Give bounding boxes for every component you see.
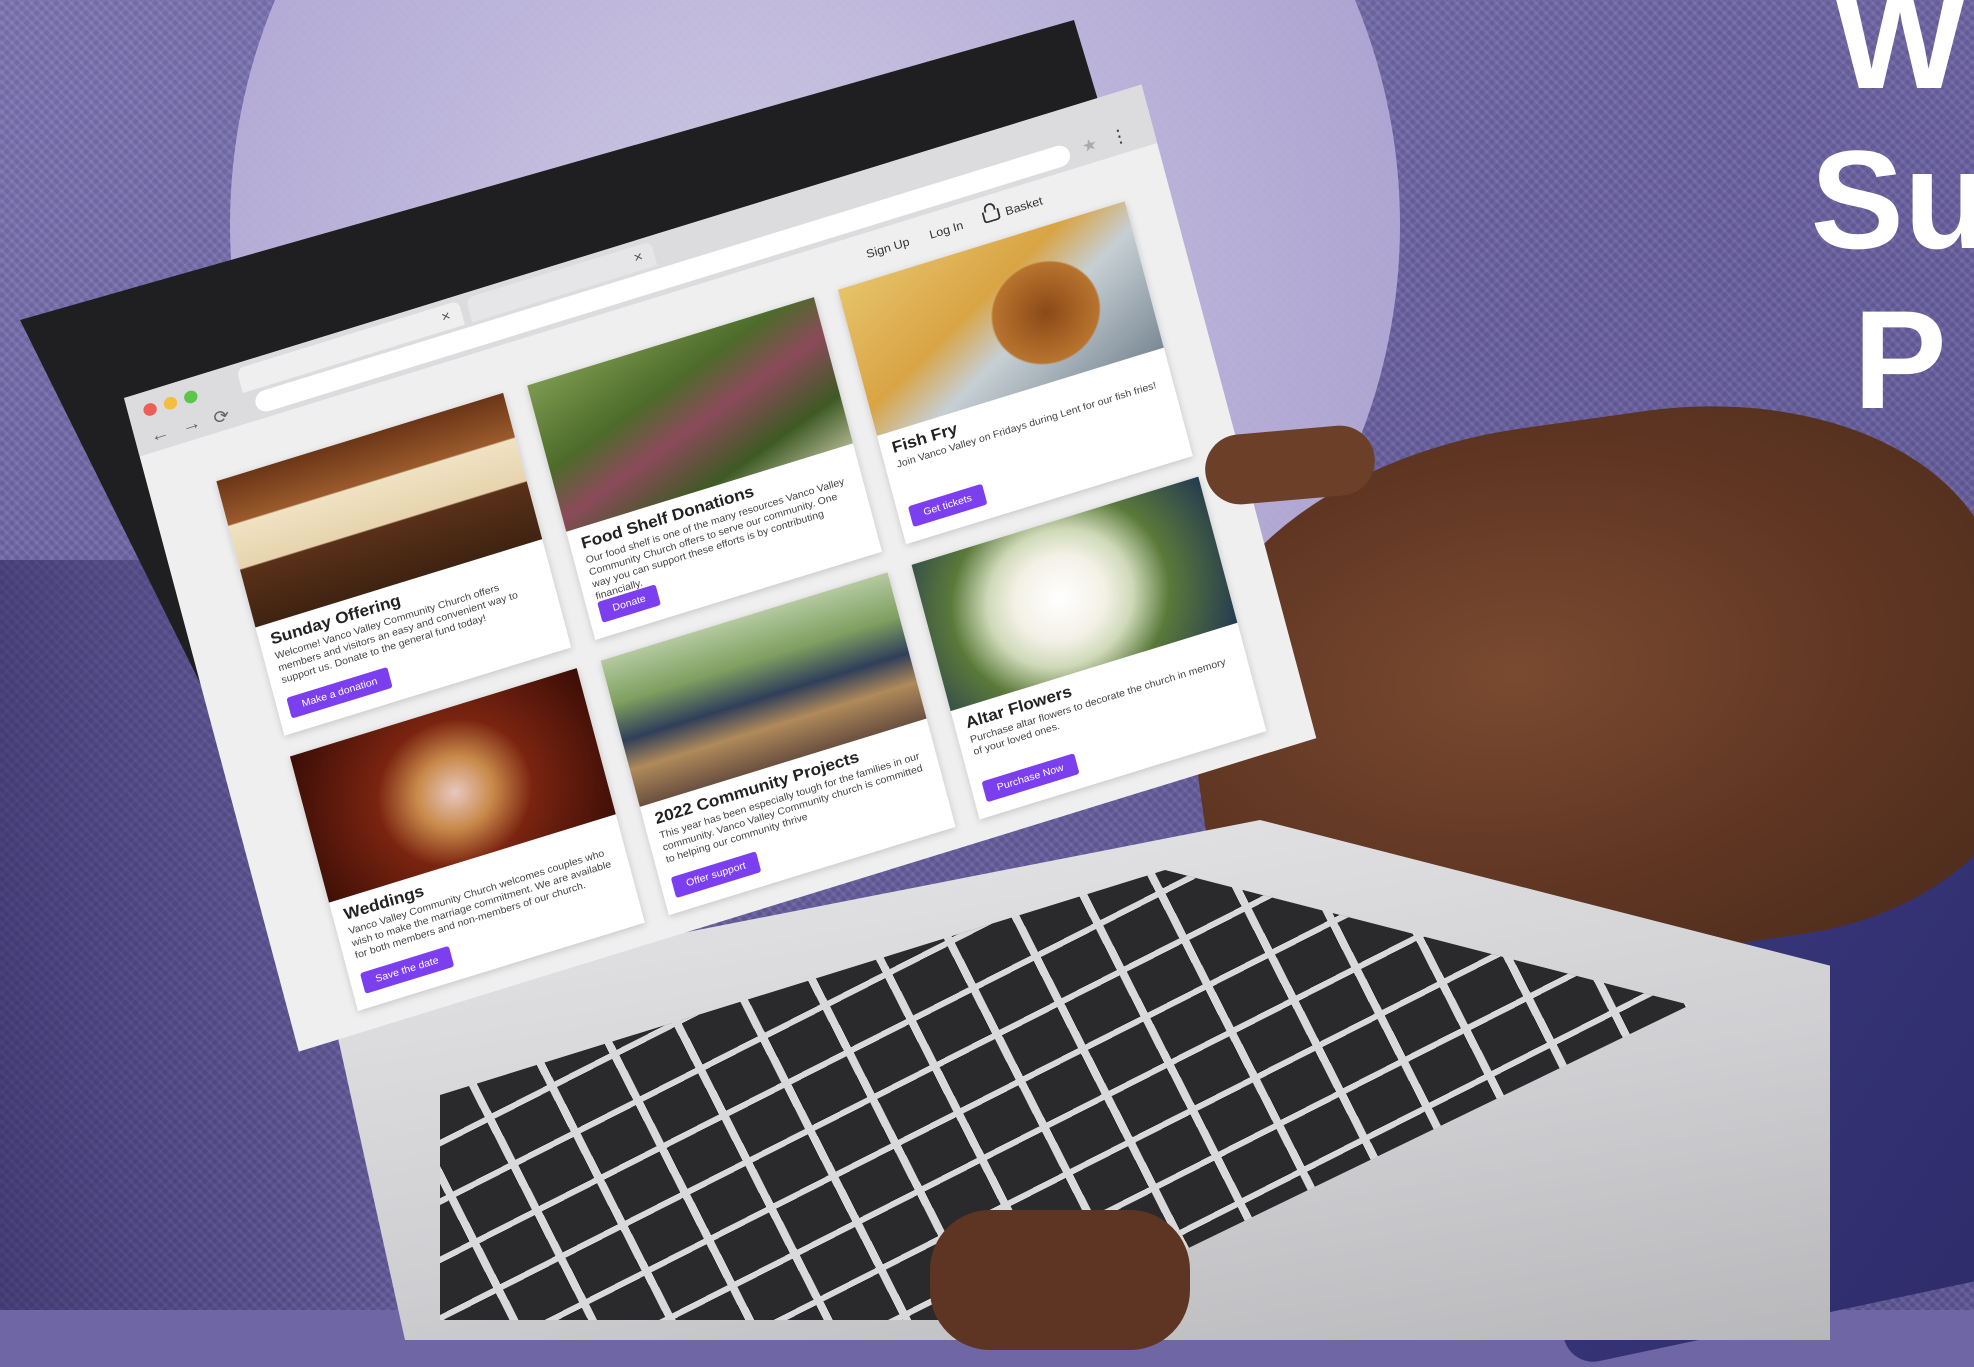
basket-link[interactable]: Basket <box>981 193 1045 225</box>
minimize-window-icon[interactable] <box>162 395 179 412</box>
sign-up-link[interactable]: Sign Up <box>865 235 911 261</box>
basket-icon <box>981 207 1002 224</box>
maximize-window-icon[interactable] <box>182 388 199 405</box>
log-in-link[interactable]: Log In <box>928 218 965 241</box>
forward-arrow-icon[interactable]: → <box>179 412 203 439</box>
campaign-grid: Sunday Offering Welcome! Vanco Valley Co… <box>216 196 1283 1012</box>
card-sunday-offering[interactable]: Sunday Offering Welcome! Vanco Valley Co… <box>216 392 572 736</box>
card-food-shelf[interactable]: Food Shelf Donations Our food shelf is o… <box>527 297 882 641</box>
reload-icon[interactable]: ⟳ <box>211 404 232 430</box>
laptop-screen: × × ← → ⟳ ★ ⋮ Sign Up Log In Basket Sund… <box>84 18 1317 1052</box>
card-weddings[interactable]: Weddings Vanco Valley Community Church w… <box>289 668 645 1012</box>
browser-menu-icon[interactable]: ⋮ <box>1107 123 1132 150</box>
purchase-now-button[interactable]: Purchase Now <box>981 753 1080 803</box>
tab-close-icon[interactable]: × <box>440 308 453 326</box>
window-controls <box>142 388 199 418</box>
card-altar-flowers[interactable]: Altar Flowers Purchase altar flowers to … <box>911 476 1267 820</box>
tab-close-icon[interactable]: × <box>632 249 645 267</box>
basket-label: Basket <box>1003 193 1045 219</box>
laptop: × × ← → ⟳ ★ ⋮ Sign Up Log In Basket Sund… <box>0 0 1974 1340</box>
get-tickets-button[interactable]: Get tickets <box>907 483 988 528</box>
close-window-icon[interactable] <box>142 401 159 418</box>
bookmark-star-icon[interactable]: ★ <box>1080 134 1100 157</box>
browser-window: × × ← → ⟳ ★ ⋮ Sign Up Log In Basket Sund… <box>124 84 1317 1052</box>
card-community-projects[interactable]: 2022 Community Projects This year has be… <box>600 572 956 916</box>
person-fingers <box>930 1210 1190 1350</box>
back-arrow-icon[interactable]: ← <box>148 422 172 449</box>
